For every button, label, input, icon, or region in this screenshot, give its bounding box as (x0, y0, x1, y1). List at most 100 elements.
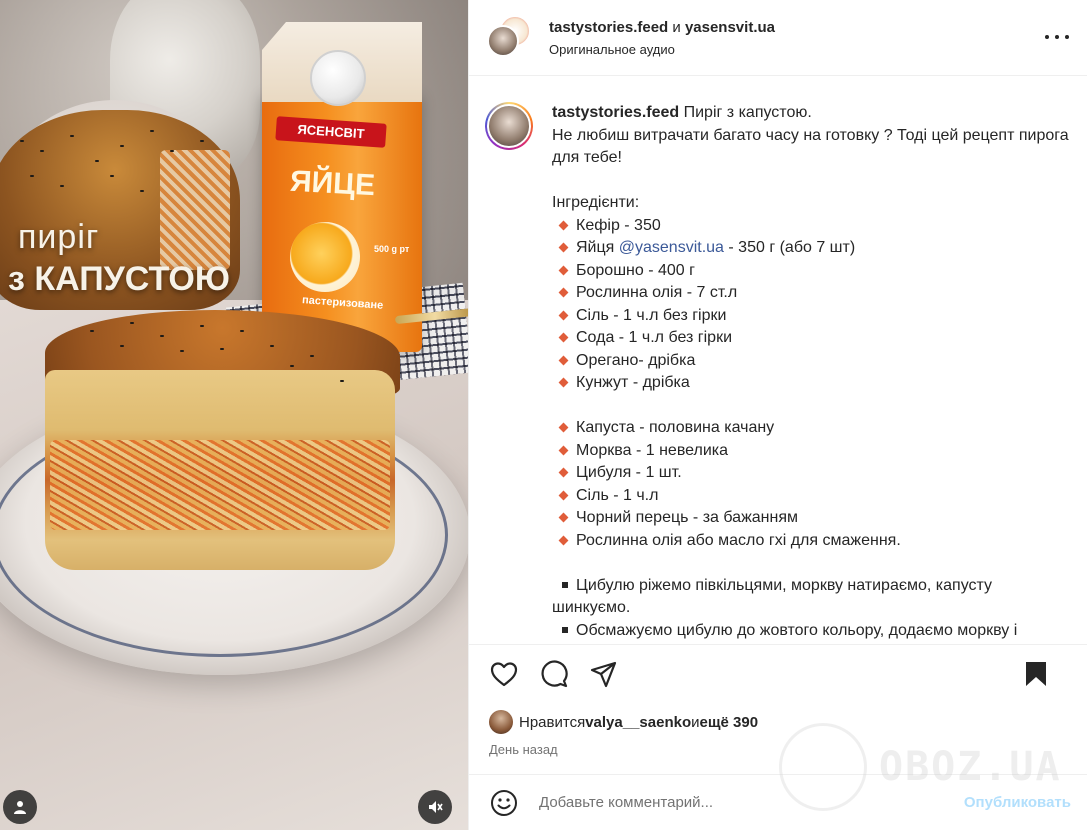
ingredient-item: Яйця @yasensvit.ua - 350 г (або 7 шт) (552, 237, 1069, 260)
diamond-bullet-icon (558, 445, 569, 455)
sesame-seed (95, 160, 99, 162)
caption-area[interactable]: tastystories.feed Пиріг з капустою. Не л… (469, 76, 1087, 644)
diamond-bullet-icon (558, 490, 569, 500)
ingredient-item: Рослинна олія - 7 ст.л (552, 282, 1069, 305)
overlay-title-line1: пиріг (18, 218, 100, 256)
diamond-bullet-icon (558, 512, 569, 523)
ingredient-item: Сіль - 1 ч.л без гірки (552, 305, 1069, 328)
author-link-1[interactable]: tastystories.feed (549, 19, 668, 36)
ingredient-text: Кунжут - дрібка (576, 374, 690, 391)
comment-bar: Добавьте комментарий... Опубликовать (469, 774, 1087, 830)
sesame-seed (240, 330, 244, 332)
sesame-seed (150, 130, 154, 132)
ingredient-item: Кефір - 350 (552, 215, 1069, 238)
mention-link[interactable]: @yasensvit.ua (619, 239, 724, 256)
sesame-seed (40, 150, 44, 152)
ingredients-header: Інгредієнти: (552, 194, 640, 211)
author-link-2[interactable]: yasensvit.ua (685, 19, 775, 36)
audio-link[interactable]: Оригинальное аудио (549, 42, 775, 57)
share-button[interactable] (589, 659, 619, 689)
save-button[interactable] (1021, 659, 1051, 689)
diamond-bullet-icon (558, 220, 569, 230)
overlay-title-line2: з КАПУСТОЮ (8, 260, 230, 298)
diamond-bullet-icon (558, 287, 569, 298)
carton-product: ЯЙЦЕ (289, 164, 376, 203)
ingredient-text: Рослинна олія або масло гхі для смаження… (576, 531, 901, 549)
sesame-seed (110, 175, 114, 177)
sesame-seed (200, 325, 204, 327)
bookmark-icon (1026, 662, 1046, 686)
square-bullet-icon (562, 626, 568, 633)
sesame-seed (180, 350, 184, 352)
diamond-bullet-icon (558, 265, 569, 275)
sesame-seed (310, 355, 314, 357)
comment-input[interactable]: Добавьте комментарий... (539, 794, 964, 811)
diamond-bullet-icon (558, 355, 569, 365)
liker-username[interactable]: valya__saenko (585, 714, 691, 731)
ingredient-text: Сіль - 1 ч.л без гірки (576, 306, 727, 324)
caption-text: tastystories.feed Пиріг з капустою. Не л… (552, 102, 1069, 644)
post-view: ЯСЕНСВІТ ЯЙЦЕ 500 g рт пастеризоване пир… (0, 0, 1087, 830)
ingredient-text: Сіль - 1 ч.л (576, 486, 659, 504)
diamond-bullet-icon (558, 422, 569, 433)
ingredient-text: Яйця (576, 239, 619, 256)
ingredient-item: Борошно - 400 г (552, 260, 1069, 283)
comment-icon (541, 660, 568, 687)
diamond-bullet-icon (558, 467, 569, 478)
heart-icon (490, 661, 518, 686)
ingredient-text: Цибуля - 1 шт. (576, 464, 682, 481)
post-comment-button[interactable]: Опубликовать (964, 794, 1071, 811)
caption-username[interactable]: tastystories.feed (552, 104, 679, 121)
step-item: Обсмажуємо цибулю до жовтого кольору, до… (552, 620, 1069, 643)
ingredient-item: Рослинна олія або масло гхі для смаження… (552, 530, 1069, 553)
post-header: tastystories.feed и yasensvit.ua Оригина… (469, 0, 1087, 76)
post-media[interactable]: ЯСЕНСВІТ ЯЙЦЕ 500 g рт пастеризоване пир… (0, 0, 468, 830)
likes-count-link[interactable]: ещё 390 (700, 714, 759, 731)
caption-intro: Не любиш витрачати багато часу на готовк… (552, 126, 1069, 167)
mute-button[interactable] (418, 790, 452, 824)
tagged-users-button[interactable] (3, 790, 37, 824)
sesame-seed (30, 175, 34, 177)
sesame-seed (130, 322, 134, 324)
ingredient-item: Чорний перець - за бажанням (552, 507, 1069, 530)
sesame-seed (220, 348, 224, 350)
ingredient-text: Сода - 1 ч.л без гірки (576, 329, 732, 346)
ingredients-group-1: Кефір - 350 Яйця @yasensvit.ua - 350 г (а… (552, 215, 1069, 395)
post-side-panel: tastystories.feed и yasensvit.ua Оригина… (468, 0, 1087, 830)
muted-speaker-icon (429, 801, 443, 813)
carton-cap (310, 50, 366, 106)
ingredient-text: Морква - 1 невелика (576, 441, 729, 459)
diamond-bullet-icon (558, 242, 569, 253)
liker-avatar[interactable] (489, 710, 513, 734)
ingredient-text: Капуста - половина качану (576, 419, 775, 436)
step-text: Цибулю ріжемо півкільцями, моркву натира… (552, 576, 993, 617)
comment-button[interactable] (539, 659, 569, 689)
ingredient-item: Орегано- дрібка (552, 350, 1069, 373)
sesame-seed (90, 330, 94, 332)
sesame-seed (160, 335, 164, 337)
post-timestamp[interactable]: День назад (469, 742, 1087, 774)
sesame-seed (340, 380, 344, 382)
collab-avatars[interactable] (487, 14, 531, 59)
ingredient-text: - 350 г (або 7 шт) (723, 239, 856, 256)
carton-volume: 500 g рт (374, 244, 410, 254)
diamond-bullet-icon (558, 377, 569, 388)
ingredients-group-2: Капуста - половина качану Морква - 1 неве… (552, 417, 1069, 552)
sesame-seed (120, 345, 124, 347)
ingredient-item: Сода - 1 ч.л без гірки (552, 327, 1069, 350)
more-options-button[interactable] (1045, 28, 1069, 46)
sesame-seed (140, 190, 144, 192)
recipe-steps: Цибулю ріжемо півкільцями, моркву натира… (552, 575, 1069, 643)
sesame-seed (200, 140, 204, 142)
caption-avatar[interactable] (485, 102, 533, 150)
ingredient-item: Морква - 1 невелика (552, 440, 1069, 463)
share-icon (590, 661, 617, 687)
like-button[interactable] (489, 659, 519, 689)
likes-summary: Нравится valya__saenko и ещё 390 (469, 702, 1087, 742)
sesame-seed (120, 145, 124, 147)
emoji-icon[interactable] (489, 788, 519, 818)
author-names: tastystories.feed и yasensvit.ua (549, 18, 775, 36)
avatar-tastystories[interactable] (487, 24, 519, 57)
ingredient-text: Кефір - 350 (576, 216, 661, 234)
sesame-seed (20, 140, 24, 142)
